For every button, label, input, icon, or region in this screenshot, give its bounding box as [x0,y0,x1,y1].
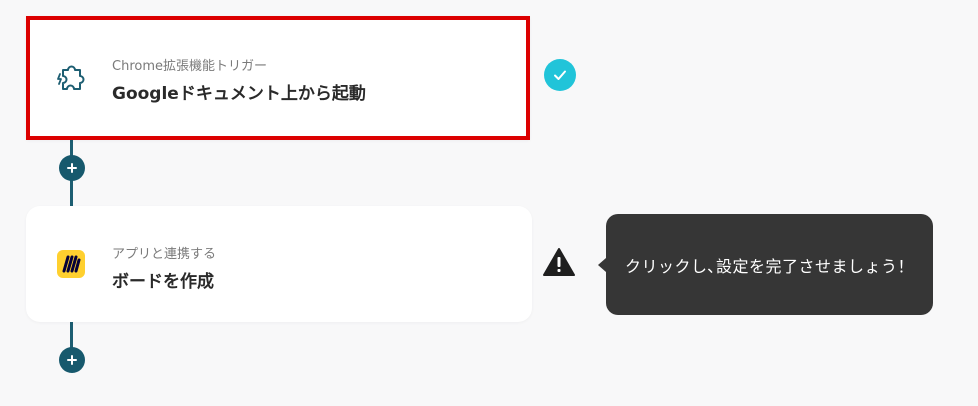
check-icon [544,59,576,91]
add-step-button[interactable] [59,347,85,373]
puzzle-piece-icon [53,58,93,98]
setup-hint-tooltip: クリックし､設定を完了させましょう！ [606,214,933,315]
trigger-step-card[interactable]: Chrome拡張機能トリガー Googleドキュメント上から起動 [26,16,530,140]
add-step-button[interactable] [59,155,85,181]
miro-logo-icon [51,244,91,284]
tooltip-text: クリックし､設定を完了させましょう！ [624,256,914,276]
step-subtitle: アプリと連携する [112,247,217,262]
warning-icon [541,246,577,278]
step-subtitle: Chrome拡張機能トリガー [112,59,267,74]
step-title: Googleドキュメント上から起動 [112,84,366,104]
tooltip-arrow [598,258,606,272]
step-title: ボードを作成 [112,272,214,292]
action-step-card[interactable]: アプリと連携する ボードを作成 [26,206,532,322]
